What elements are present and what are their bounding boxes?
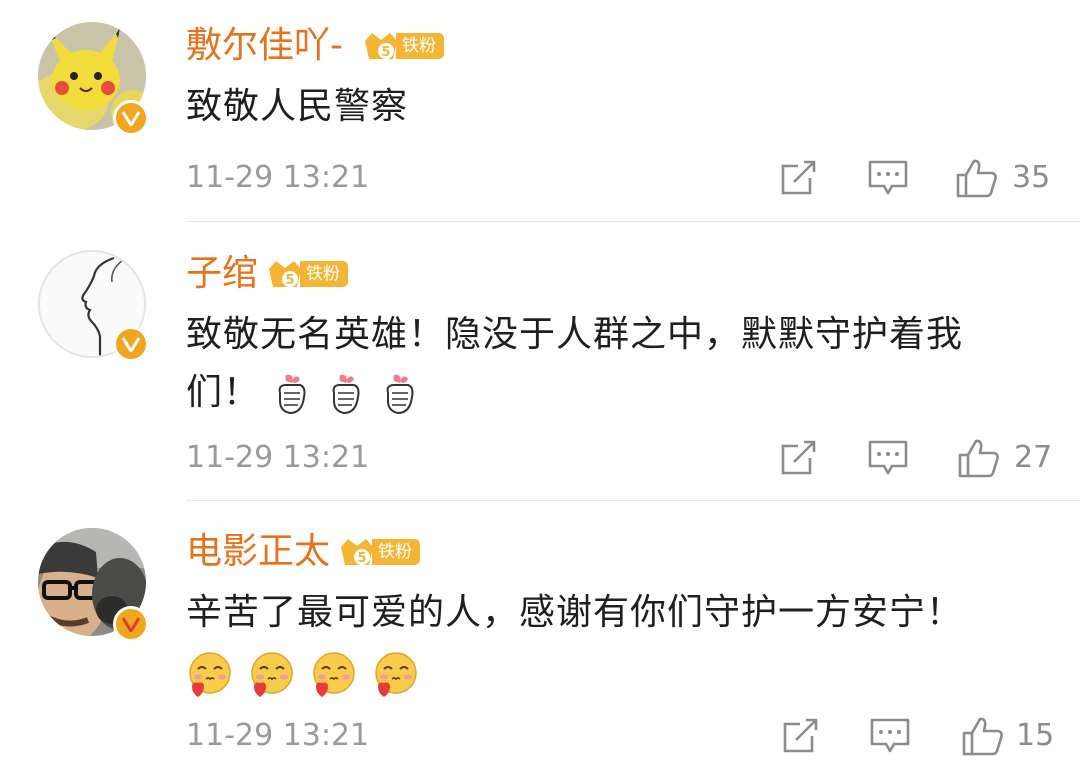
comment-text: 致敬无名英雄！隐没于人群之中，默默守护着我们！ [186,306,1016,422]
emoji-row [186,651,420,699]
timestamp: 11-29 13:21 [186,160,370,195]
crown-level-icon: 5 [362,29,400,63]
timestamp: 11-29 13:21 [186,718,370,753]
reply-button[interactable] [868,160,908,200]
username[interactable]: 子绾 [186,252,258,296]
share-button[interactable] [780,160,818,200]
verified-badge-icon [113,100,149,136]
svg-text:5: 5 [357,551,366,566]
finger-heart-emoji [279,374,306,415]
like-count: 27 [1014,440,1053,475]
like-button[interactable] [962,716,1004,760]
timestamp: 11-29 13:21 [186,440,370,475]
fan-badge-label: 铁粉 [372,539,420,565]
share-icon [783,718,818,753]
emoji-row [272,371,420,417]
heart-face-emoji [251,652,293,697]
reply-button[interactable] [868,440,908,480]
crown-level-icon: 5 [338,535,376,569]
thumbs-up-icon [956,159,997,198]
fan-badge[interactable]: 5 铁粉 [362,29,444,63]
verified-badge-icon[interactable] [113,606,149,642]
reply-button[interactable] [870,718,910,758]
share-button[interactable] [782,718,820,758]
heart-face-emoji [313,652,355,697]
share-icon [781,440,816,475]
verified-badge-icon [113,326,149,362]
comment-text-content: 致敬人民警察 [186,86,409,127]
finger-heart-emoji [333,374,360,415]
comment-icon [868,160,908,195]
like-count: 35 [1012,160,1051,195]
heart-face-emoji [375,652,417,697]
username[interactable]: 电影正太 [186,530,330,574]
share-icon [781,160,816,195]
crown-level-icon: 5 [266,257,304,291]
thumbs-up-icon [962,717,1003,756]
thumbs-up-icon [958,439,999,478]
fan-badge-label: 铁粉 [396,33,444,59]
fan-badge-label: 铁粉 [300,261,348,287]
fan-badge[interactable]: 5 铁粉 [338,535,420,569]
finger-heart-emoji [387,374,414,415]
comment-text: 致敬人民警察 [186,78,1046,136]
comment-text-content: 辛苦了最可爱的人，感谢有你们守护一方安宁！ [186,592,964,633]
comment-icon [870,718,910,753]
comment-item: 子绾 5 铁粉 致敬无名英雄！隐没于人群之中，默默守护着我们！ 11-29 13… [0,222,1080,501]
share-button[interactable] [780,440,818,480]
like-count: 15 [1016,718,1055,753]
svg-text:5: 5 [285,273,294,288]
svg-text:5: 5 [381,45,390,60]
comment-item: 敷尔佳吖- 5 铁粉 致敬人民警察 11-29 13:21 35 [0,0,1080,222]
comment-item: 电影正太 5 铁粉 辛苦了最可爱的人，感谢有你们守护一方安宁！ 11-29 13… [0,500,1080,779]
comment-text: 辛苦了最可爱的人，感谢有你们守护一方安宁！ [186,584,1046,700]
like-button[interactable] [956,158,998,202]
heart-face-emoji [189,652,231,697]
username[interactable]: 敷尔佳吖- [186,24,343,68]
fan-badge[interactable]: 5 铁粉 [266,257,348,291]
like-button[interactable] [958,438,1000,482]
comment-icon [868,440,908,475]
